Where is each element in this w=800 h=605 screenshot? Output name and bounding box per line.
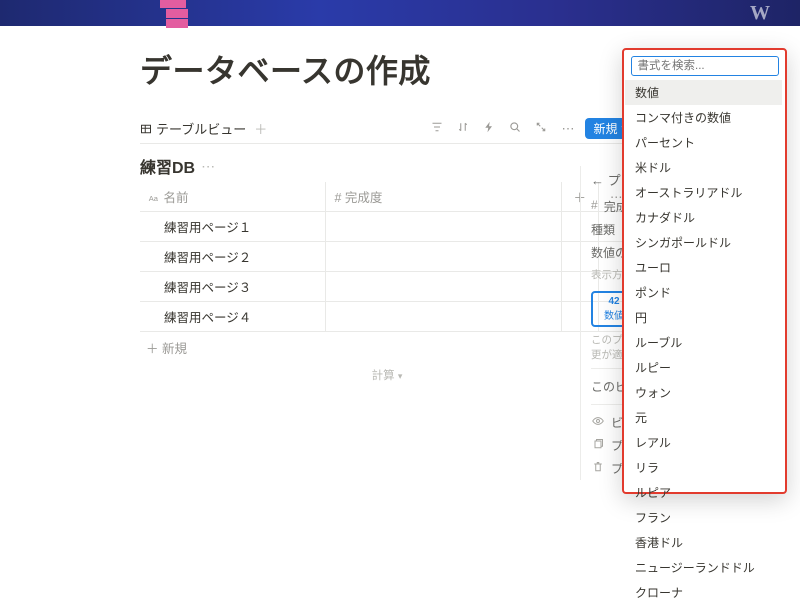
format-popover: 数値コンマ付きの数値パーセント米ドルオーストラリアドルカナダドルシンガポールドル… [622, 48, 787, 494]
calculation-row[interactable]: 計算 ▾ [140, 363, 634, 383]
format-option[interactable]: ニュージーランドドル [625, 555, 782, 580]
format-option[interactable]: ユーロ [625, 255, 782, 280]
format-option[interactable]: コンマ付きの数値 [625, 105, 782, 130]
add-view-button[interactable]: ＋ [254, 119, 267, 138]
duplicate-icon [591, 438, 605, 453]
column-name-label: 名前 [163, 191, 188, 205]
more-icon[interactable]: ⋯ [558, 121, 577, 137]
format-option[interactable]: クローナ [625, 580, 782, 605]
format-option[interactable]: ルピー [625, 355, 782, 380]
table-icon [140, 123, 152, 135]
banner-decoration [160, 0, 188, 29]
lightning-icon[interactable] [480, 121, 498, 136]
database-title[interactable]: 練習DB [140, 154, 195, 178]
format-option[interactable]: レアル [625, 430, 782, 455]
expand-icon[interactable] [532, 121, 550, 136]
view-tabs: テーブルビュー ＋ ⋯ 新規 ▾ [140, 118, 634, 144]
table-row[interactable]: 練習用ページ３ [140, 272, 634, 302]
cell-name[interactable]: 練習用ページ３ [140, 272, 326, 302]
format-option[interactable]: シンガポールドル [625, 230, 782, 255]
sort-icon[interactable] [454, 121, 472, 136]
filter-icon[interactable] [428, 121, 446, 136]
format-option[interactable]: オーストラリアドル [625, 180, 782, 205]
format-option[interactable]: ウォン [625, 380, 782, 405]
format-option[interactable]: 元 [625, 405, 782, 430]
tab-label: テーブルビュー [156, 119, 246, 138]
cell-name[interactable]: 練習用ページ２ [140, 242, 326, 272]
trash-icon [591, 461, 605, 476]
column-name[interactable]: Aa 名前 [140, 182, 326, 212]
cell-name[interactable]: 練習用ページ４ [140, 302, 326, 332]
svg-text:Aa: Aa [149, 194, 159, 203]
format-option[interactable]: ルーブル [625, 330, 782, 355]
column-completion[interactable]: # 完成度 [326, 182, 562, 212]
search-icon[interactable] [506, 121, 524, 136]
tab-table-view[interactable]: テーブルビュー [140, 119, 246, 138]
column-completion-label: 完成度 [345, 191, 383, 205]
table-row[interactable]: 練習用ページ２ [140, 242, 634, 272]
top-banner: W [0, 0, 800, 26]
format-option[interactable]: ルピア [625, 480, 782, 505]
format-option[interactable]: 円 [625, 305, 782, 330]
format-option[interactable]: ポンド [625, 280, 782, 305]
format-option[interactable]: フラン [625, 505, 782, 530]
database-table: Aa 名前 # 完成度 ＋ ⋯ 練習用ページ１ 練習用ページ２ 練習用ページ３ … [140, 182, 634, 332]
format-option[interactable]: カナダドル [625, 205, 782, 230]
table-row[interactable]: 練習用ページ１ [140, 212, 634, 242]
eye-icon [591, 415, 605, 430]
format-search-input[interactable] [631, 56, 779, 76]
format-option[interactable]: パーセント [625, 130, 782, 155]
format-option[interactable]: 数値 [625, 80, 782, 105]
format-option[interactable]: 香港ドル [625, 530, 782, 555]
banner-logo: W [750, 2, 770, 25]
format-option[interactable]: リラ [625, 455, 782, 480]
format-option[interactable]: 米ドル [625, 155, 782, 180]
cell-name[interactable]: 練習用ページ１ [140, 212, 326, 242]
new-button-label: 新規 [593, 120, 617, 137]
text-icon: Aa [148, 192, 160, 204]
format-option-list[interactable]: 数値コンマ付きの数値パーセント米ドルオーストラリアドルカナダドルシンガポールドル… [625, 80, 784, 486]
table-row[interactable]: 練習用ページ４ [140, 302, 634, 332]
database-more-icon[interactable]: ⋯ [201, 158, 215, 175]
